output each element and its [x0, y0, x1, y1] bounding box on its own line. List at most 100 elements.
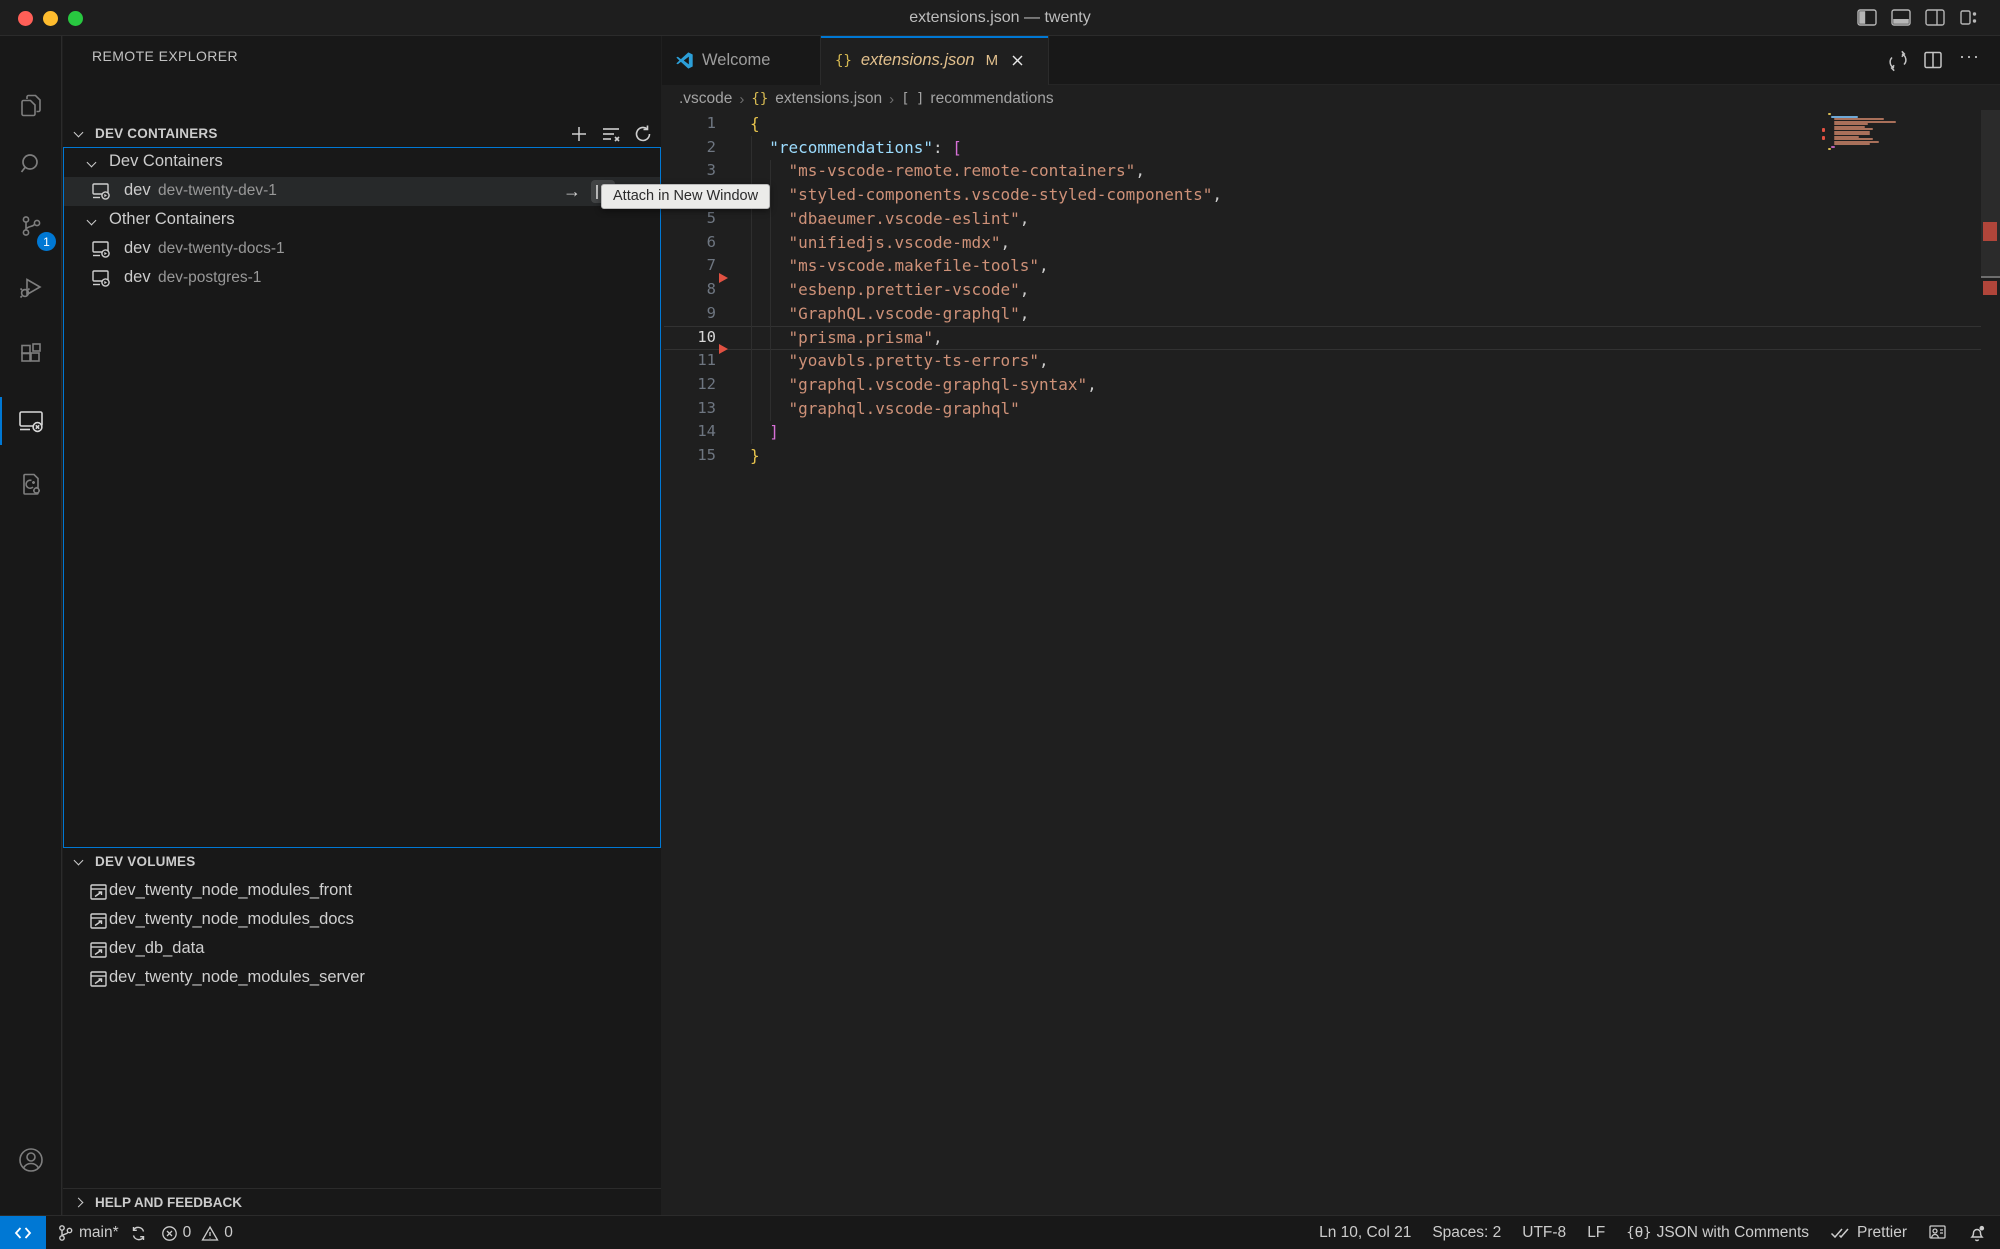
git-branch-item[interactable]: main* — [57, 1216, 147, 1249]
dev-volume-icon — [89, 912, 108, 930]
code-line[interactable]: 9 "GraphQL.vscode-graphql", — [662, 302, 1981, 326]
container-row-dev-twenty-dev-1[interactable]: dev dev-twenty-dev-1 → — [63, 177, 661, 206]
chevron-down-icon — [74, 856, 84, 866]
code-line[interactable]: 7 "ms-vscode.makefile-tools", — [662, 254, 1981, 278]
code-line[interactable]: 2 "recommendations": [ — [662, 136, 1981, 160]
indentation-item[interactable]: Spaces: 2 — [1432, 1216, 1501, 1249]
add-container-icon[interactable] — [568, 123, 590, 145]
code-line[interactable]: 1{ — [662, 112, 1981, 136]
dev-volume-icon — [89, 883, 108, 901]
container-row-dev-postgres-1[interactable]: dev dev-postgres-1 — [63, 264, 661, 293]
code-line[interactable]: 6 "unifiedjs.vscode-mdx", — [662, 231, 1981, 255]
tab-welcome[interactable]: Welcome — [662, 36, 821, 85]
dev-container-icon — [91, 182, 112, 201]
eol-item[interactable]: LF — [1587, 1216, 1605, 1249]
dev-volume-icon — [89, 941, 108, 959]
chevron-down-icon — [74, 128, 84, 138]
minimap-marker — [1822, 136, 1825, 140]
filter-list-icon[interactable] — [600, 124, 622, 144]
chevron-down-icon — [87, 216, 97, 226]
breadcrumb-folder[interactable]: .vscode — [679, 90, 732, 108]
window-title: extensions.json — twenty — [0, 0, 2000, 36]
code-line-current[interactable]: 10 "prisma.prisma", — [662, 326, 1981, 350]
editor-more-actions-icon[interactable]: ··· — [1959, 46, 1983, 66]
code-line[interactable]: 4 "styled-components.vscode-styled-compo… — [662, 183, 1981, 207]
volume-row[interactable]: dev_twenty_node_modules_front — [63, 877, 661, 906]
code-line[interactable]: 15} — [662, 444, 1981, 468]
notifications-bell-icon[interactable] — [1968, 1216, 1986, 1249]
breadcrumb: .vscode › {} extensions.json › [ ] recom… — [662, 86, 2000, 112]
gutter-marker-icon — [719, 273, 728, 283]
refresh-icon[interactable] — [633, 124, 653, 144]
group-dev-containers[interactable]: Dev Containers — [63, 148, 661, 177]
section-header-dev-volumes[interactable]: DEV VOLUMES — [63, 849, 661, 875]
breadcrumb-symbol[interactable]: recommendations — [930, 90, 1053, 108]
toggle-primary-sidebar-icon[interactable] — [1856, 8, 1878, 28]
customize-layout-icon[interactable] — [1958, 8, 1980, 28]
toggle-panel-icon[interactable] — [1890, 8, 1912, 28]
json-braces-icon: {} — [835, 53, 852, 69]
close-tab-icon[interactable] — [1011, 54, 1024, 67]
code-line[interactable]: 3 "ms-vscode-remote.remote-containers", — [662, 159, 1981, 183]
chevron-down-icon — [87, 158, 97, 168]
double-check-icon — [1830, 1226, 1852, 1240]
run-debug-icon[interactable] — [0, 259, 62, 317]
container-row-dev-twenty-docs-1[interactable]: dev dev-twenty-docs-1 — [63, 235, 661, 264]
json-braces-icon: {} — [751, 91, 768, 107]
sidebar-title: REMOTE EXPLORER — [92, 48, 238, 64]
code-line[interactable]: 13 "graphql.vscode-graphql" — [662, 397, 1981, 421]
chevron-right-icon — [74, 1198, 84, 1208]
minimap-marker — [1822, 128, 1825, 132]
remote-indicator[interactable] — [0, 1216, 46, 1249]
account-icon[interactable] — [0, 1131, 62, 1189]
feedback-icon[interactable] — [1928, 1216, 1947, 1249]
tooltip: Attach in New Window — [601, 184, 770, 209]
problems-item[interactable]: 0 0 — [161, 1216, 233, 1249]
explorer-icon[interactable] — [0, 77, 62, 135]
volume-row[interactable]: dev_twenty_node_modules_server — [63, 964, 661, 993]
open-changes-icon[interactable] — [1887, 50, 1911, 70]
gutter-marker-icon — [719, 344, 728, 354]
code-line[interactable]: 12 "graphql.vscode-graphql-syntax", — [662, 373, 1981, 397]
attach-container-icon[interactable]: → — [560, 180, 584, 203]
toggle-secondary-sidebar-icon[interactable] — [1924, 8, 1946, 28]
minimap[interactable] — [1828, 113, 1898, 153]
group-other-containers[interactable]: Other Containers — [63, 206, 661, 235]
vscode-logo-icon — [676, 52, 693, 69]
split-editor-icon[interactable] — [1923, 50, 1947, 70]
dev-container-icon — [91, 240, 112, 259]
code-line[interactable]: 14 ] — [662, 420, 1981, 444]
search-icon[interactable] — [0, 135, 62, 193]
activity-bar: 1 — [0, 36, 62, 1215]
dev-volume-icon — [89, 970, 108, 988]
code-line[interactable]: 8 "esbenp.prettier-vscode", — [662, 278, 1981, 302]
editor-tab-bar: Welcome {} extensions.json M ··· — [662, 36, 2000, 85]
vscode-window: extensions.json — twenty 1 — [0, 0, 2000, 1249]
section-header-help-feedback[interactable]: HELP AND FEEDBACK — [63, 1188, 661, 1215]
volume-row[interactable]: dev_twenty_node_modules_docs — [63, 906, 661, 935]
source-control-icon[interactable]: 1 — [0, 197, 62, 255]
section-header-dev-containers[interactable]: DEV CONTAINERS — [63, 121, 661, 147]
array-symbol-icon: [ ] — [901, 91, 923, 107]
dev-container-icon — [91, 269, 112, 288]
errors-icon — [161, 1225, 178, 1242]
remote-explorer-icon[interactable] — [0, 392, 62, 450]
title-bar: extensions.json — twenty — [0, 0, 2000, 36]
breadcrumb-file[interactable]: extensions.json — [775, 90, 882, 108]
tab-extensions-json[interactable]: {} extensions.json M — [821, 36, 1049, 85]
overview-ruler[interactable] — [1981, 110, 2000, 1215]
scm-badge: 1 — [37, 232, 56, 251]
code-editor[interactable]: 1{ 2 "recommendations": [ 3 "ms-vscode-r… — [662, 112, 2000, 1215]
language-mode-item[interactable]: {Ѳ} JSON with Comments — [1626, 1216, 1809, 1249]
code-line[interactable]: 11 "yoavbls.pretty-ts-errors", — [662, 349, 1981, 373]
code-line[interactable]: 5 "dbaeumer.vscode-eslint", — [662, 207, 1981, 231]
formatter-item[interactable]: Prettier — [1830, 1216, 1907, 1249]
status-bar: main* 0 0 Ln 10, Col 21 Spaces: 2 UTF-8 … — [0, 1215, 2000, 1249]
extensions-icon[interactable] — [0, 325, 62, 383]
remote-explorer-sidebar: REMOTE EXPLORER ··· DEV CONTAINERS Dev C… — [63, 36, 661, 1215]
cursor-position-item[interactable]: Ln 10, Col 21 — [1319, 1216, 1411, 1249]
encoding-item[interactable]: UTF-8 — [1522, 1216, 1566, 1249]
volume-row[interactable]: dev_db_data — [63, 935, 661, 964]
scrollbar-slider[interactable] — [1981, 110, 2000, 276]
container-config-icon[interactable] — [0, 455, 62, 513]
